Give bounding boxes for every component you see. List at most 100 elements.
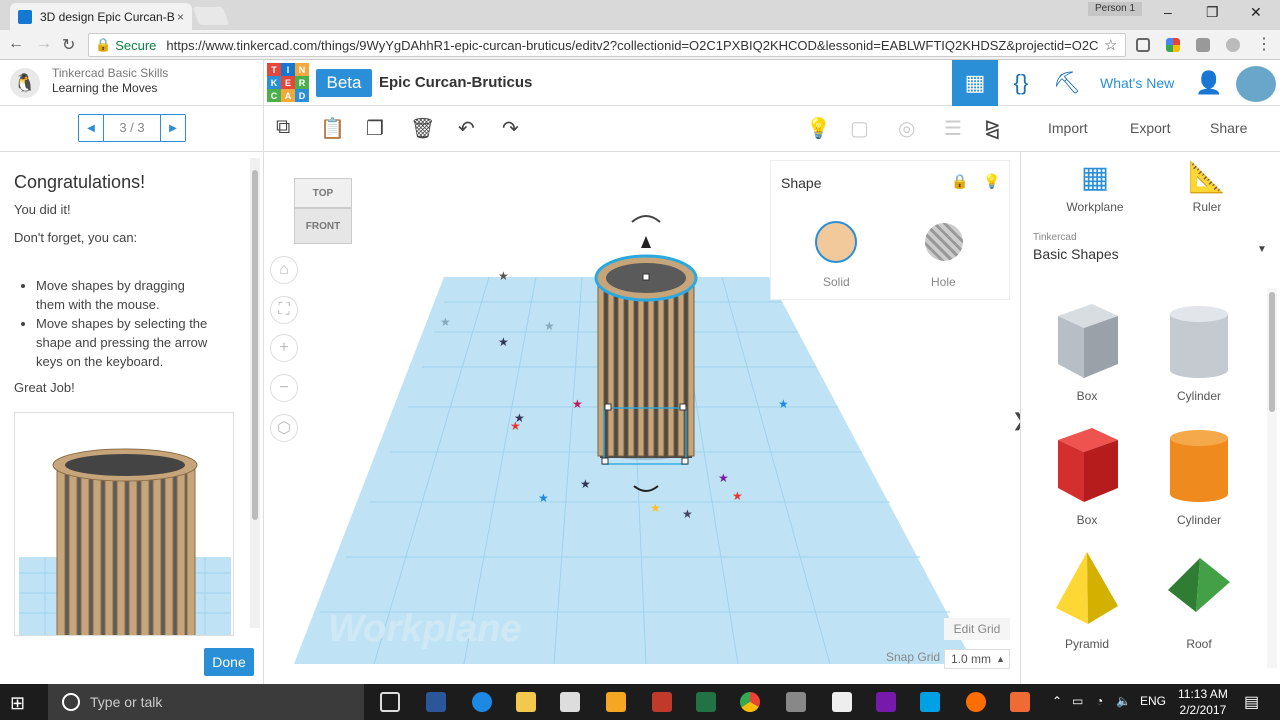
- shape-box-hole[interactable]: Box: [1037, 302, 1137, 403]
- workplane-tool[interactable]: ▦ Workplane: [1055, 160, 1135, 214]
- calculator-icon[interactable]: [832, 692, 852, 712]
- windows-start-icon[interactable]: ⊞: [10, 693, 25, 714]
- undo-icon[interactable]: ↶: [458, 116, 475, 141]
- lock-icon[interactable]: 🔒: [951, 173, 968, 190]
- delete-icon[interactable]: 🗑: [410, 116, 435, 141]
- task-view-icon[interactable]: [380, 692, 400, 712]
- pager-next-button[interactable]: ▶: [161, 123, 185, 134]
- onenote-icon[interactable]: [876, 692, 896, 712]
- duplicate-icon[interactable]: ❐: [366, 116, 384, 141]
- shape-cylinder[interactable]: Cylinder: [1149, 426, 1249, 527]
- url-field[interactable]: 🔒 Secure https://www.tinkercad.com/thing…: [88, 33, 1126, 57]
- notifications-icon[interactable]: ▤: [1244, 692, 1259, 712]
- perspective-cube-icon[interactable]: ⬡: [270, 414, 298, 442]
- minimize-button[interactable]: –: [1164, 4, 1172, 20]
- done-button[interactable]: Done: [204, 648, 254, 676]
- file-explorer-icon[interactable]: [516, 692, 536, 712]
- chevron-down-icon[interactable]: ▼: [1257, 244, 1267, 255]
- chrome-icon[interactable]: [740, 692, 760, 712]
- view-cube-front[interactable]: FRONT: [294, 208, 352, 244]
- extension-icon[interactable]: [1196, 38, 1210, 52]
- reload-button[interactable]: ↻: [62, 35, 75, 55]
- excel-icon[interactable]: [696, 692, 716, 712]
- align-icon[interactable]: ☰: [944, 116, 962, 141]
- word-icon[interactable]: [426, 692, 446, 712]
- design-title[interactable]: Epic Curcan-Bruticus: [379, 74, 532, 91]
- lesson-title: Learning the Moves: [52, 81, 158, 95]
- export-button[interactable]: Export: [1130, 120, 1170, 136]
- lesson-pager: ◀ 3 / 3 ▶: [78, 114, 186, 142]
- add-user-icon[interactable]: 👤: [1186, 60, 1232, 106]
- profile-person-label[interactable]: Person 1: [1088, 2, 1142, 16]
- redo-icon[interactable]: ↷: [502, 116, 519, 141]
- tray-chevron-icon[interactable]: ⌃: [1052, 694, 1062, 708]
- maximize-button[interactable]: ❐: [1206, 4, 1219, 21]
- wifi-icon[interactable]: ◔: [1096, 694, 1103, 708]
- import-button[interactable]: Import: [1048, 120, 1088, 136]
- tab-close-icon[interactable]: ×: [177, 10, 184, 24]
- tinkercad-logo[interactable]: TIN KER CAD: [267, 63, 309, 103]
- bookmark-star-icon[interactable]: ☆: [1104, 36, 1117, 54]
- solid-color-swatch[interactable]: [815, 221, 857, 263]
- whats-new-link[interactable]: What's New: [1100, 75, 1174, 91]
- extension-icon[interactable]: [1226, 38, 1240, 52]
- shape-box[interactable]: Box: [1037, 426, 1137, 527]
- edit-grid-button[interactable]: Edit Grid: [944, 618, 1010, 640]
- show-all-bulb-icon[interactable]: 💡: [806, 116, 831, 141]
- 3d-view-grid-icon[interactable]: ▦: [952, 60, 998, 106]
- 3d-workspace[interactable]: ★ ★ ★ ★ ★ ★ ★ ★ ★ ★ ★ ★ ★ ★ Workplane TOP FRONT ⌂: [264, 152, 1020, 684]
- taskbar-clock[interactable]: 11:13 AM 2/2/2017: [1178, 686, 1228, 718]
- lesson-scrollbar[interactable]: [250, 158, 260, 628]
- codeblocks-icon[interactable]: {}: [998, 60, 1044, 106]
- tray-icon[interactable]: ▭: [1072, 694, 1083, 708]
- group-icon[interactable]: ▢: [850, 116, 869, 141]
- view-cube-top[interactable]: TOP: [294, 178, 352, 208]
- pager-prev-button[interactable]: ◀: [79, 123, 103, 134]
- home-view-icon[interactable]: ⌂: [270, 256, 298, 284]
- close-window-button[interactable]: ✕: [1250, 4, 1262, 21]
- mirror-icon[interactable]: ⧎: [984, 116, 1001, 141]
- pyramid-icon: [1056, 552, 1118, 624]
- expand-panel-icon[interactable]: ❯: [1012, 410, 1020, 431]
- taskbar-search[interactable]: Type or talk: [48, 684, 364, 720]
- hole-swatch[interactable]: [925, 223, 963, 261]
- language-indicator[interactable]: ENG: [1140, 694, 1166, 708]
- fit-view-icon[interactable]: ⛶: [270, 296, 298, 324]
- hole-label: Hole: [931, 275, 956, 289]
- forward-button[interactable]: →: [36, 35, 52, 53]
- app-icon[interactable]: [1010, 692, 1030, 712]
- media-icon[interactable]: [606, 692, 626, 712]
- cast-icon[interactable]: [1136, 38, 1150, 52]
- firefox-icon[interactable]: [966, 692, 986, 712]
- new-tab-button[interactable]: [192, 7, 230, 25]
- view-cube[interactable]: TOP FRONT: [294, 178, 352, 248]
- chrome-menu-icon[interactable]: ⋮: [1256, 34, 1272, 54]
- bulb-icon[interactable]: 💡: [983, 173, 1000, 190]
- shape-roof[interactable]: Roof: [1149, 550, 1249, 651]
- avatar[interactable]: [1236, 66, 1276, 102]
- shape-pyramid[interactable]: Pyramid: [1037, 550, 1137, 651]
- extension-color-icon[interactable]: [1166, 38, 1180, 52]
- share-button[interactable]: Share: [1210, 120, 1247, 136]
- paint-icon[interactable]: [652, 692, 672, 712]
- zoom-out-icon[interactable]: −: [270, 374, 298, 402]
- library-scrollbar[interactable]: [1267, 288, 1277, 668]
- browser-tab[interactable]: 3D design Epic Curcan-B ×: [10, 3, 192, 30]
- library-category-select[interactable]: Basic Shapes: [1033, 246, 1119, 262]
- cylinder-orange-icon: [1170, 430, 1228, 502]
- zoom-in-icon[interactable]: +: [270, 334, 298, 362]
- ungroup-icon[interactable]: ◎: [898, 116, 915, 141]
- edge-icon[interactable]: [472, 692, 492, 712]
- copy-icon[interactable]: ⧉: [276, 116, 290, 139]
- skype-icon[interactable]: [920, 692, 940, 712]
- volume-icon[interactable]: 🔈: [1116, 694, 1131, 708]
- svg-text:★: ★: [538, 491, 549, 505]
- minecraft-pickaxe-icon[interactable]: ⛏: [1044, 60, 1090, 106]
- paste-icon[interactable]: 📋: [320, 116, 345, 141]
- shape-cylinder-hole[interactable]: Cylinder: [1149, 302, 1249, 403]
- back-button[interactable]: ←: [8, 35, 24, 53]
- app-icon[interactable]: [786, 692, 806, 712]
- ruler-tool[interactable]: 📐 Ruler: [1167, 160, 1247, 214]
- snap-grid-select[interactable]: 1.0 mm ▲: [944, 649, 1010, 669]
- store-icon[interactable]: [560, 692, 580, 712]
